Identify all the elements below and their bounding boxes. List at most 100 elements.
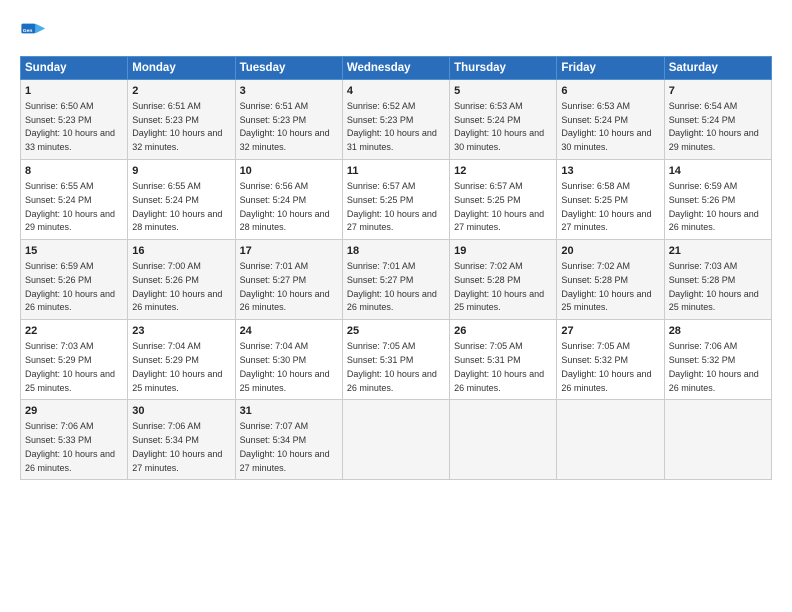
day-cell: 16Sunrise: 7:00 AMSunset: 5:26 PMDayligh… [128, 240, 235, 320]
day-number: 22 [25, 324, 123, 339]
day-sunrise: Sunrise: 6:50 AM [25, 101, 94, 111]
day-sunset: Sunset: 5:32 PM [561, 355, 628, 365]
day-sunset: Sunset: 5:31 PM [454, 355, 521, 365]
day-sunset: Sunset: 5:25 PM [561, 195, 628, 205]
day-sunset: Sunset: 5:27 PM [240, 275, 307, 285]
day-cell [664, 400, 771, 480]
day-sunset: Sunset: 5:28 PM [669, 275, 736, 285]
col-header-saturday: Saturday [664, 57, 771, 80]
day-sunrise: Sunrise: 7:00 AM [132, 261, 201, 271]
day-cell: 3Sunrise: 6:51 AMSunset: 5:23 PMDaylight… [235, 80, 342, 160]
header: Gen [20, 18, 772, 46]
day-number: 19 [454, 244, 552, 259]
col-header-tuesday: Tuesday [235, 57, 342, 80]
calendar-container: Gen SundayMondayTuesdayWednesdayThursday… [0, 0, 792, 492]
day-cell: 14Sunrise: 6:59 AMSunset: 5:26 PMDayligh… [664, 160, 771, 240]
day-sunset: Sunset: 5:27 PM [347, 275, 414, 285]
day-sunrise: Sunrise: 6:51 AM [240, 101, 309, 111]
day-sunrise: Sunrise: 6:54 AM [669, 101, 738, 111]
day-number: 1 [25, 84, 123, 99]
day-daylight: Daylight: 10 hours and 25 minutes. [132, 369, 222, 393]
day-number: 3 [240, 84, 338, 99]
day-sunrise: Sunrise: 6:56 AM [240, 181, 309, 191]
day-sunrise: Sunrise: 7:05 AM [561, 341, 630, 351]
day-sunset: Sunset: 5:29 PM [132, 355, 199, 365]
day-number: 20 [561, 244, 659, 259]
day-sunset: Sunset: 5:31 PM [347, 355, 414, 365]
day-daylight: Daylight: 10 hours and 25 minutes. [25, 369, 115, 393]
day-number: 4 [347, 84, 445, 99]
day-number: 29 [25, 404, 123, 419]
svg-text:Gen: Gen [23, 28, 33, 34]
day-number: 18 [347, 244, 445, 259]
header-row: SundayMondayTuesdayWednesdayThursdayFrid… [21, 57, 772, 80]
day-cell: 23 Sunrise: 7:04 AM Sunset: 5:29 PM Dayligh… [128, 320, 235, 400]
day-number: 23 [132, 324, 230, 339]
day-sunrise: Sunrise: 7:05 AM [347, 341, 416, 351]
day-daylight: Daylight: 10 hours and 26 minutes. [561, 369, 651, 393]
day-sunset: Sunset: 5:26 PM [25, 275, 92, 285]
day-number: 21 [669, 244, 767, 259]
day-cell: 2Sunrise: 6:51 AMSunset: 5:23 PMDaylight… [128, 80, 235, 160]
day-number: 8 [25, 164, 123, 179]
day-daylight: Daylight: 10 hours and 30 minutes. [454, 128, 544, 152]
day-cell: 21 Sunrise: 7:03 AM Sunset: 5:28 PM Dayligh… [664, 240, 771, 320]
logo-icon: Gen [20, 18, 48, 46]
day-cell: 6Sunrise: 6:53 AMSunset: 5:24 PMDaylight… [557, 80, 664, 160]
day-daylight: Daylight: 10 hours and 26 minutes. [25, 449, 115, 473]
day-number: 9 [132, 164, 230, 179]
day-sunset: Sunset: 5:23 PM [25, 115, 92, 125]
day-cell: 30Sunrise: 7:06 AMSunset: 5:34 PMDayligh… [128, 400, 235, 480]
week-row-1: 1 Sunrise: 6:50 AM Sunset: 5:23 PM Daylight… [21, 80, 772, 160]
day-cell: 12Sunrise: 6:57 AMSunset: 5:25 PMDayligh… [450, 160, 557, 240]
day-number: 24 [240, 324, 338, 339]
day-number: 28 [669, 324, 767, 339]
day-sunset: Sunset: 5:24 PM [669, 115, 736, 125]
day-sunset: Sunset: 5:29 PM [25, 355, 92, 365]
day-sunset: Sunset: 5:24 PM [25, 195, 92, 205]
day-number: 25 [347, 324, 445, 339]
day-sunset: Sunset: 5:26 PM [132, 275, 199, 285]
col-header-sunday: Sunday [21, 57, 128, 80]
week-row-5: 29 Sunrise: 7:06 AM Sunset: 5:33 PM Dayligh… [21, 400, 772, 480]
day-daylight: Daylight: 10 hours and 26 minutes. [240, 289, 330, 313]
day-sunrise: Sunrise: 7:04 AM [132, 341, 201, 351]
week-row-2: 8Sunrise: 6:55 AMSunset: 5:24 PMDaylight… [21, 160, 772, 240]
day-number: 12 [454, 164, 552, 179]
day-sunrise: Sunrise: 7:06 AM [669, 341, 738, 351]
day-daylight: Daylight: 10 hours and 26 minutes. [347, 289, 437, 313]
day-cell: 7Sunrise: 6:54 AMSunset: 5:24 PMDaylight… [664, 80, 771, 160]
day-daylight: Daylight: 10 hours and 27 minutes. [240, 449, 330, 473]
day-sunset: Sunset: 5:23 PM [240, 115, 307, 125]
day-sunset: Sunset: 5:34 PM [240, 435, 307, 445]
day-number: 27 [561, 324, 659, 339]
day-number: 13 [561, 164, 659, 179]
day-sunrise: Sunrise: 7:03 AM [669, 261, 738, 271]
day-daylight: Daylight: 10 hours and 26 minutes. [454, 369, 544, 393]
day-sunset: Sunset: 5:33 PM [25, 435, 92, 445]
day-sunrise: Sunrise: 6:53 AM [454, 101, 523, 111]
day-cell: 10Sunrise: 6:56 AMSunset: 5:24 PMDayligh… [235, 160, 342, 240]
day-cell [450, 400, 557, 480]
day-cell: 19Sunrise: 7:02 AMSunset: 5:28 PMDayligh… [450, 240, 557, 320]
calendar-table: SundayMondayTuesdayWednesdayThursdayFrid… [20, 56, 772, 480]
day-cell: 9Sunrise: 6:55 AMSunset: 5:24 PMDaylight… [128, 160, 235, 240]
day-sunrise: Sunrise: 7:06 AM [132, 421, 201, 431]
day-sunset: Sunset: 5:25 PM [454, 195, 521, 205]
day-cell: 4Sunrise: 6:52 AMSunset: 5:23 PMDaylight… [342, 80, 449, 160]
day-cell: 22Sunrise: 7:03 AMSunset: 5:29 PMDayligh… [21, 320, 128, 400]
day-sunrise: Sunrise: 7:05 AM [454, 341, 523, 351]
day-sunset: Sunset: 5:24 PM [561, 115, 628, 125]
day-daylight: Daylight: 10 hours and 31 minutes. [347, 128, 437, 152]
day-cell: 27 Sunrise: 7:05 AM Sunset: 5:32 PM Dayligh… [557, 320, 664, 400]
day-number: 7 [669, 84, 767, 99]
day-cell: 13Sunrise: 6:58 AMSunset: 5:25 PMDayligh… [557, 160, 664, 240]
day-number: 15 [25, 244, 123, 259]
day-daylight: Daylight: 10 hours and 27 minutes. [132, 449, 222, 473]
day-daylight: Daylight: 10 hours and 28 minutes. [240, 209, 330, 233]
day-daylight: Daylight: 10 hours and 25 minutes. [561, 289, 651, 313]
day-cell [342, 400, 449, 480]
day-daylight: Daylight: 10 hours and 25 minutes. [669, 289, 759, 313]
day-daylight: Daylight: 10 hours and 26 minutes. [25, 289, 115, 313]
day-cell: 15Sunrise: 6:59 AMSunset: 5:26 PMDayligh… [21, 240, 128, 320]
